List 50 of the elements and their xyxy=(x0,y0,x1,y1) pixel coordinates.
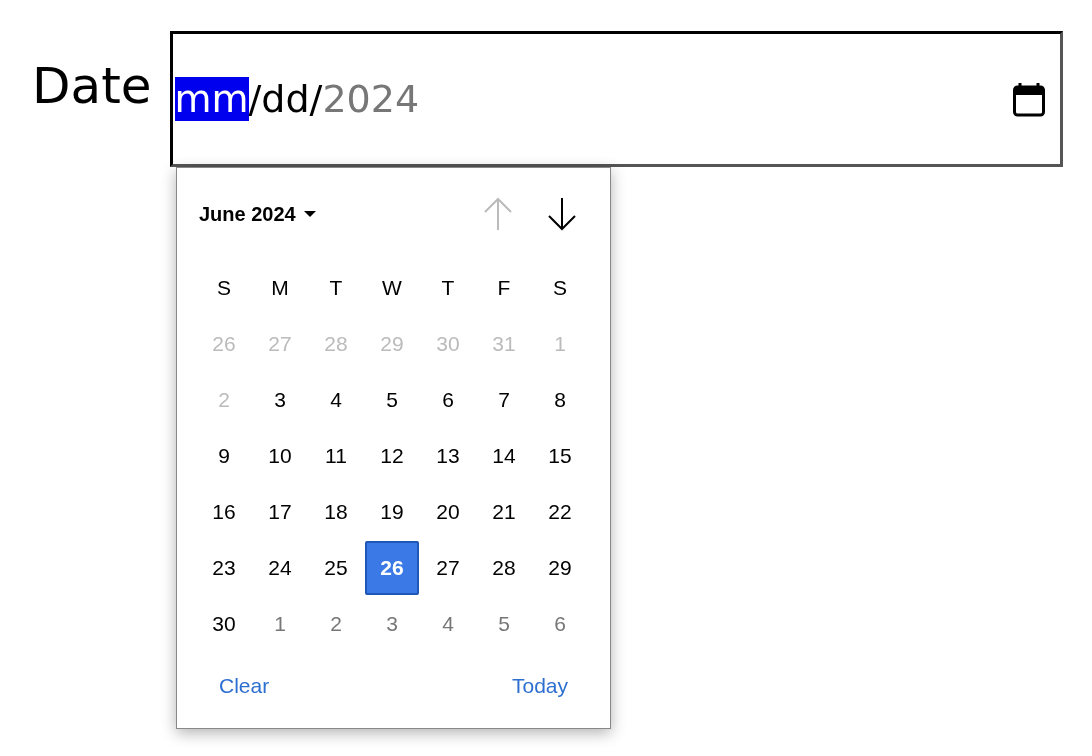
calendar-day[interactable]: 20 xyxy=(421,485,475,539)
calendar-day[interactable]: 3 xyxy=(365,597,419,651)
calendar-day[interactable]: 16 xyxy=(197,485,251,539)
calendar-day[interactable]: 18 xyxy=(309,485,363,539)
calendar-day[interactable]: 15 xyxy=(533,429,587,483)
weekday-label: M xyxy=(270,275,290,301)
weekday-label: T xyxy=(440,275,456,301)
date-label: Date xyxy=(32,57,152,115)
calendar-day[interactable]: 14 xyxy=(477,429,531,483)
calendar-day[interactable]: 6 xyxy=(421,373,475,427)
calendar-day[interactable]: 24 xyxy=(253,541,307,595)
calendar-day[interactable]: 8 xyxy=(533,373,587,427)
calendar-day[interactable]: 12 xyxy=(365,429,419,483)
calendar-day[interactable]: 7 xyxy=(477,373,531,427)
calendar-day[interactable]: 13 xyxy=(421,429,475,483)
calendar-day[interactable]: 9 xyxy=(197,429,251,483)
calendar-day[interactable]: 25 xyxy=(309,541,363,595)
calendar-day[interactable]: 5 xyxy=(365,373,419,427)
calendar-day[interactable]: 29 xyxy=(533,541,587,595)
calendar-day[interactable]: 10 xyxy=(253,429,307,483)
calendar-day[interactable]: 6 xyxy=(533,597,587,651)
date-part-text: 2024 xyxy=(322,77,420,121)
weekday-label: W xyxy=(381,275,403,301)
calendar-day[interactable]: 19 xyxy=(365,485,419,539)
calendar-day[interactable]: 17 xyxy=(253,485,307,539)
calendar-day[interactable]: 2 xyxy=(309,597,363,651)
calendar-day[interactable]: 4 xyxy=(309,373,363,427)
footer-button[interactable]: Clear xyxy=(219,674,270,698)
date-part-text: mm xyxy=(174,77,249,121)
calendar-day[interactable]: 3 xyxy=(253,373,307,427)
weekday-label: T xyxy=(328,275,344,301)
calendar-day[interactable]: 22 xyxy=(533,485,587,539)
weekday-label: S xyxy=(552,275,568,301)
calendar-icon[interactable] xyxy=(1011,81,1046,117)
calendar-day[interactable]: 11 xyxy=(309,429,363,483)
down-arrow-icon[interactable] xyxy=(545,196,579,232)
calendar-day[interactable]: 23 xyxy=(197,541,251,595)
footer-button[interactable]: Today xyxy=(511,674,568,698)
calendar-day[interactable]: 21 xyxy=(477,485,531,539)
weekday-label: S xyxy=(216,275,232,301)
calendar-day[interactable]: 30 xyxy=(197,597,251,651)
weekday-label: F xyxy=(496,275,512,301)
month-selector[interactable]: June 2024 xyxy=(199,202,316,226)
calendar-day[interactable]: 1 xyxy=(253,597,307,651)
calendar-day[interactable]: 4 xyxy=(421,597,475,651)
calendar-day[interactable]: 5 xyxy=(477,597,531,651)
calendar-day[interactable]: 27 xyxy=(421,541,475,595)
caret-icon xyxy=(303,210,316,218)
calendar-day[interactable]: 26 xyxy=(365,541,419,595)
calendar-day[interactable]: 28 xyxy=(477,541,531,595)
